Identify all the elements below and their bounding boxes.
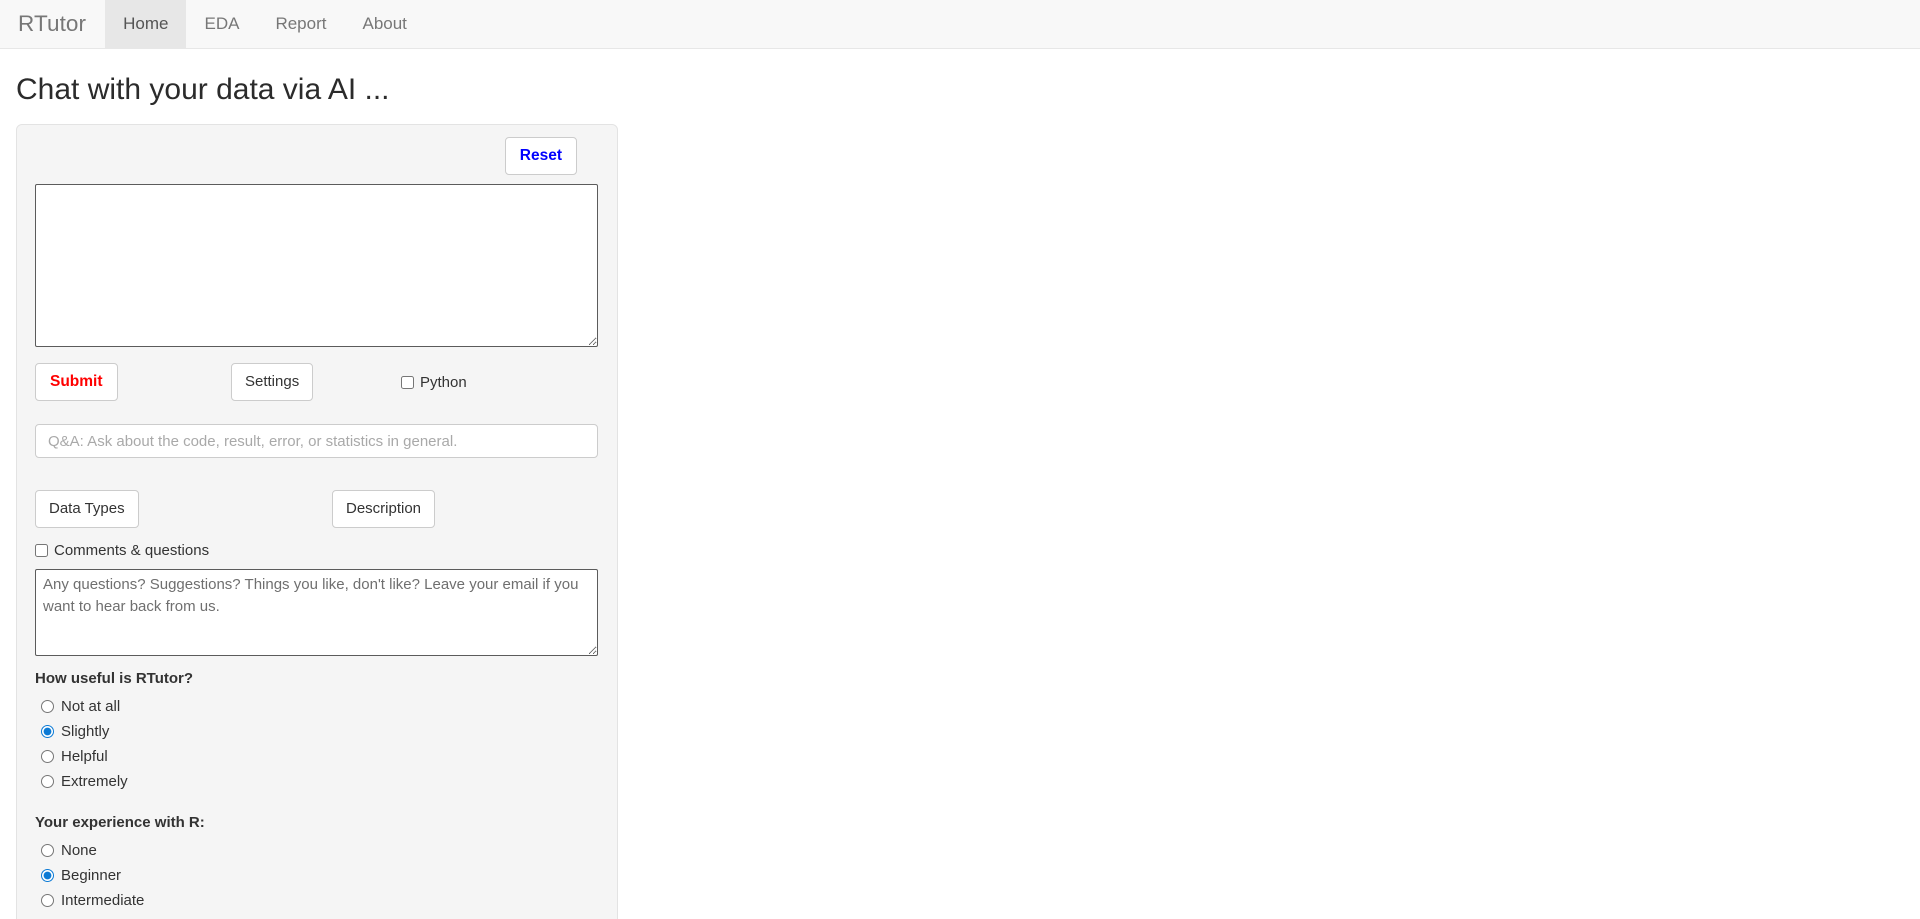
settings-button[interactable]: Settings [231, 363, 314, 401]
nav-item-about[interactable]: About [344, 0, 424, 48]
nav-item-eda[interactable]: EDA [186, 0, 257, 48]
experience-radio-group: Your experience with R: None Beginner In… [35, 814, 599, 919]
usefulness-label-2: Helpful [61, 748, 108, 765]
submit-button[interactable]: Submit [35, 363, 118, 401]
python-checkbox-wrapper[interactable]: Python [401, 374, 467, 391]
action-row: Submit Settings Python [35, 363, 599, 401]
python-checkbox-label: Python [420, 373, 467, 391]
usefulness-label-1: Slightly [61, 723, 110, 740]
page-title: Chat with your data via AI ... [16, 73, 390, 106]
navbar-brand[interactable]: RTutor [0, 0, 105, 48]
comments-checkbox-label: Comments & questions [54, 542, 210, 559]
comments-checkbox-wrapper[interactable]: Comments & questions [35, 542, 599, 559]
experience-label-0: None [61, 842, 97, 859]
reset-row: Reset [35, 137, 599, 175]
experience-option-advanced[interactable]: Advanced [35, 913, 599, 919]
experience-label-1: Beginner [61, 867, 122, 884]
comments-checkbox[interactable] [35, 544, 48, 557]
sidebar-panel: Reset Submit Settings Python Data Types … [16, 124, 618, 919]
main-content-area [618, 124, 1920, 919]
usefulness-radio-2[interactable] [41, 750, 54, 763]
experience-option-none[interactable]: None [35, 838, 599, 863]
python-checkbox[interactable] [401, 375, 414, 389]
usefulness-option-helpful[interactable]: Helpful [35, 744, 599, 769]
nav-item-report[interactable]: Report [257, 0, 344, 48]
page-container: Reset Submit Settings Python Data Types … [0, 124, 1920, 919]
usefulness-radio-group: How useful is RTutor? Not at all Slightl… [35, 670, 599, 794]
qa-input[interactable] [35, 424, 598, 458]
experience-legend: Your experience with R: [35, 814, 205, 831]
navbar: RTutor Home EDA Report About [0, 0, 1920, 49]
usefulness-option-slightly[interactable]: Slightly [35, 719, 599, 744]
usefulness-radio-1[interactable] [41, 725, 54, 738]
data-types-slot: Data Types [35, 490, 332, 528]
usefulness-legend: How useful is RTutor? [35, 670, 194, 687]
usefulness-label-3: Extremely [61, 773, 128, 790]
navbar-items: Home EDA Report About [105, 0, 425, 48]
nav-item-home[interactable]: Home [105, 0, 187, 48]
prompt-textarea[interactable] [35, 184, 598, 347]
experience-option-beginner[interactable]: Beginner [35, 863, 599, 888]
experience-label-2: Intermediate [61, 892, 145, 909]
settings-slot: Settings [231, 363, 401, 401]
usefulness-radio-0[interactable] [41, 700, 54, 713]
secondary-buttons-row: Data Types Description [35, 490, 599, 528]
usefulness-radio-3[interactable] [41, 775, 54, 788]
experience-radio-0[interactable] [41, 844, 54, 857]
usefulness-label-0: Not at all [61, 698, 121, 715]
experience-radio-1[interactable] [41, 869, 54, 882]
reset-button[interactable]: Reset [504, 137, 577, 175]
comments-textarea[interactable] [35, 569, 598, 656]
usefulness-option-extremely[interactable]: Extremely [35, 769, 599, 794]
experience-option-intermediate[interactable]: Intermediate [35, 888, 599, 913]
submit-slot: Submit [35, 363, 231, 401]
experience-radio-2[interactable] [41, 894, 54, 907]
data-types-button[interactable]: Data Types [35, 490, 139, 528]
usefulness-option-not-at-all[interactable]: Not at all [35, 694, 599, 719]
description-button[interactable]: Description [332, 490, 436, 528]
